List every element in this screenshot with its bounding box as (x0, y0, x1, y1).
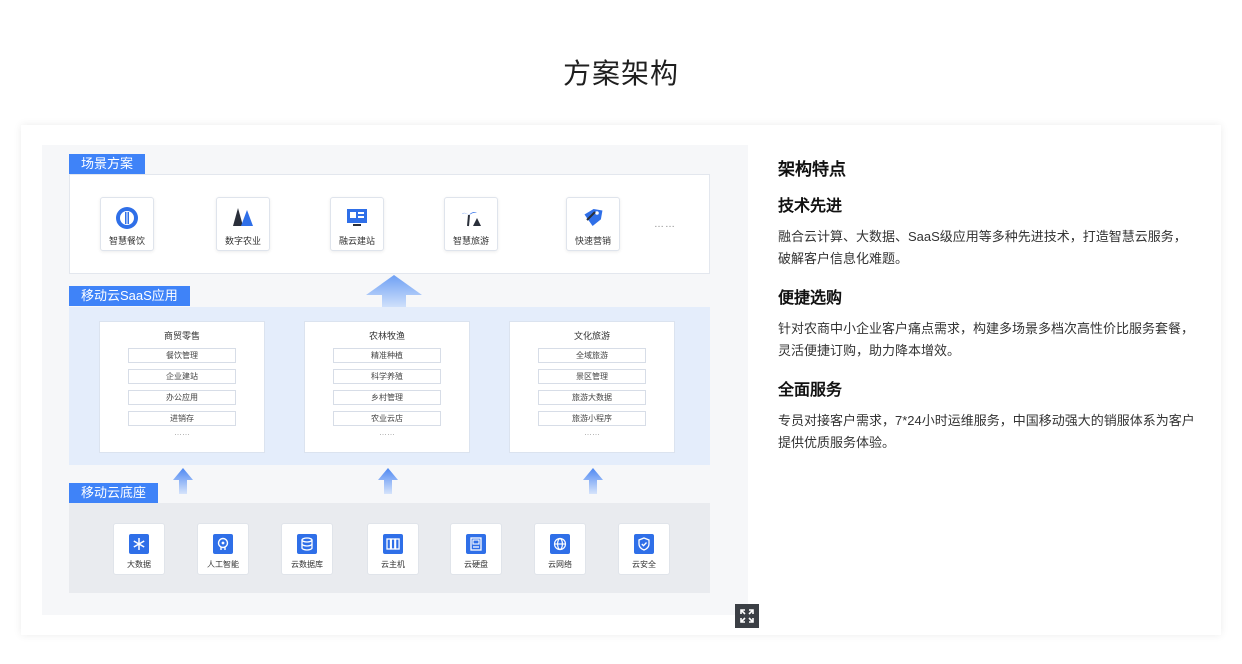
feature-item: 技术先进 融合云计算、大数据、SaaS级应用等多种先进技术，打造智慧云服务，破解… (778, 192, 1198, 270)
base-item-bigdata: 大数据 (113, 523, 165, 575)
saas-row: 进销存 (128, 411, 236, 426)
scene-item-tourism: 智慧旅游 (444, 197, 498, 251)
saas-row: 景区管理 (538, 369, 646, 384)
saas-box: 商贸零售 餐饮管理 企业建站 办公应用 进销存 …… 农林牧渔 精准种植 科学养… (69, 307, 710, 465)
scene-item-marketing: 快速营销 (566, 197, 620, 251)
base-item-label: 大数据 (127, 560, 151, 569)
feature-desc: 专员对接客户需求，7*24小时运维服务，中国移动强大的销服体系为客户提供优质服务… (778, 413, 1195, 450)
website-icon (345, 206, 369, 230)
feature-item: 全面服务 专员对接客户需求，7*24小时运维服务，中国移动强大的销服体系为客户提… (778, 376, 1198, 454)
server-icon (383, 534, 403, 554)
scene-item-label: 数字农业 (224, 236, 261, 246)
base-item-label: 云硬盘 (464, 560, 488, 569)
base-item-label: 云主机 (381, 560, 405, 569)
saas-column-title: 农林牧渔 (368, 331, 405, 341)
saas-row: 旅游大数据 (538, 390, 646, 405)
page: 方案架构 场景方案 智慧餐饮 数字农业 融云建站 智慧旅游 快速营销 …… 移动… (0, 0, 1242, 664)
palm-tree-icon (459, 206, 483, 230)
saas-row: 精准种植 (333, 348, 441, 363)
saas-row: 乡村管理 (333, 390, 441, 405)
saas-section-label: 移动云SaaS应用 (69, 286, 190, 306)
database-icon (297, 534, 317, 554)
feature-title: 技术先进 (778, 198, 843, 215)
base-item-security: 云安全 (618, 523, 670, 575)
up-arrow-icon (366, 275, 422, 307)
restaurant-icon (115, 206, 139, 230)
saas-row: 旅游小程序 (538, 411, 646, 426)
snowflake-icon (129, 534, 149, 554)
feature-item: 便捷选购 针对农商中小企业客户痛点需求，构建多场景多档次高性价比服务套餐，灵活便… (778, 284, 1198, 362)
saas-row: 全域旅游 (538, 348, 646, 363)
base-item-label: 云数据库 (291, 560, 323, 569)
scene-item-restaurant: 智慧餐饮 (100, 197, 154, 251)
saas-more: …… (174, 428, 190, 437)
disk-icon (466, 534, 486, 554)
expand-icon (740, 609, 754, 623)
base-section-label: 移动云底座 (69, 483, 159, 503)
base-item-label: 云安全 (632, 560, 656, 569)
feature-title: 全面服务 (778, 382, 843, 399)
features-heading: 架构特点 (778, 160, 846, 179)
base-box: 大数据 人工智能 云数据库 云主机 云硬盘 云网络 云安全 (69, 503, 710, 593)
base-item-ai: 人工智能 (197, 523, 249, 575)
scene-item-label: 智慧餐饮 (108, 236, 145, 246)
up-arrow-icon (173, 468, 193, 494)
feature-desc: 针对农商中小企业客户痛点需求，构建多场景多档次高性价比服务套餐，灵活便捷订购，助… (778, 321, 1195, 358)
base-item-database: 云数据库 (281, 523, 333, 575)
globe-icon (550, 534, 570, 554)
brain-icon (213, 534, 233, 554)
saas-column-title: 商贸零售 (163, 331, 200, 341)
base-item-label: 云网络 (548, 560, 572, 569)
shield-icon (634, 534, 654, 554)
scene-item-label: 智慧旅游 (452, 236, 489, 246)
tag-icon (581, 206, 605, 230)
scene-item-website: 融云建站 (330, 197, 384, 251)
expand-button[interactable] (735, 604, 759, 628)
feature-desc: 融合云计算、大数据、SaaS级应用等多种先进技术，打造智慧云服务，破解客户信息化… (778, 229, 1187, 266)
architecture-card: 场景方案 智慧餐饮 数字农业 融云建站 智慧旅游 快速营销 …… 移动云SaaS… (21, 125, 1221, 635)
features-panel: 架构特点 技术先进 融合云计算、大数据、SaaS级应用等多种先进技术，打造智慧云… (778, 155, 1198, 454)
saas-row: 农业云店 (333, 411, 441, 426)
saas-column-retail: 商贸零售 餐饮管理 企业建站 办公应用 进销存 …… (99, 321, 265, 453)
scene-box: 智慧餐饮 数字农业 融云建站 智慧旅游 快速营销 …… (69, 174, 710, 274)
base-item-label: 人工智能 (207, 560, 239, 569)
saas-row: 企业建站 (128, 369, 236, 384)
saas-more: …… (379, 428, 395, 437)
saas-row: 办公应用 (128, 390, 236, 405)
architecture-diagram: 场景方案 智慧餐饮 数字农业 融云建站 智慧旅游 快速营销 …… 移动云SaaS… (42, 145, 759, 628)
base-item-server: 云主机 (367, 523, 419, 575)
page-title: 方案架构 (562, 58, 679, 89)
saas-more: …… (584, 428, 600, 437)
base-item-disk: 云硬盘 (450, 523, 502, 575)
up-arrow-icon (378, 468, 398, 494)
base-item-network: 云网络 (534, 523, 586, 575)
feature-title: 便捷选购 (778, 290, 843, 307)
scene-item-label: 快速营销 (574, 236, 611, 246)
tree-icon (231, 206, 255, 230)
saas-row: 餐饮管理 (128, 348, 236, 363)
scene-item-agriculture: 数字农业 (216, 197, 270, 251)
saas-column-tourism: 文化旅游 全域旅游 景区管理 旅游大数据 旅游小程序 …… (509, 321, 675, 453)
scene-item-label: 融云建站 (338, 236, 375, 246)
scene-more: …… (654, 219, 676, 230)
up-arrow-icon (583, 468, 603, 494)
saas-column-title: 文化旅游 (573, 331, 610, 341)
scene-section-label: 场景方案 (69, 154, 146, 174)
saas-row: 科学养殖 (333, 369, 441, 384)
saas-column-agriculture: 农林牧渔 精准种植 科学养殖 乡村管理 农业云店 …… (304, 321, 470, 453)
